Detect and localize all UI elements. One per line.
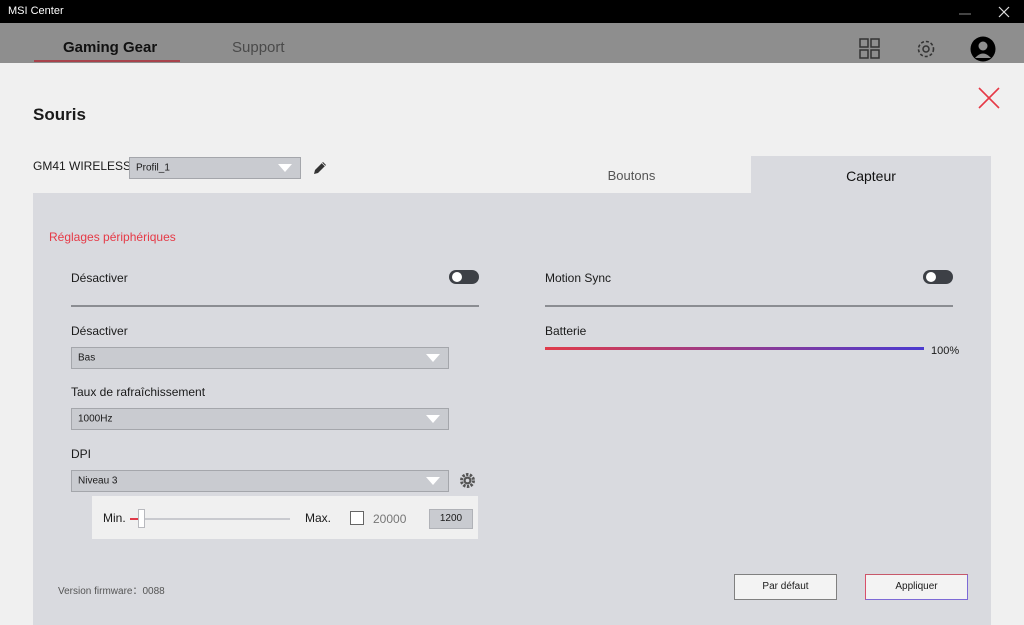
- max-dpi-checkbox[interactable]: [350, 511, 364, 525]
- dpi-select[interactable]: Niveau 3: [71, 470, 449, 492]
- window-title: MSI Center: [8, 5, 64, 17]
- toggle-disable-label: Désactiver: [71, 271, 128, 285]
- top-nav: Gaming Gear Support: [0, 23, 1024, 63]
- max-dpi-checkbox-label: 20000: [373, 512, 407, 526]
- close-icon[interactable]: [994, 2, 1014, 22]
- pencil-icon[interactable]: [312, 160, 328, 176]
- toggle-disable[interactable]: [449, 270, 479, 284]
- lod-select[interactable]: Bas: [71, 347, 449, 369]
- tab-support[interactable]: Support: [232, 39, 285, 56]
- profile-select[interactable]: Profil_1: [129, 157, 301, 179]
- chevron-down-icon: [426, 477, 440, 485]
- close-dialog-icon[interactable]: [976, 85, 1002, 111]
- lod-label: Désactiver: [71, 324, 128, 338]
- default-button[interactable]: Par défaut: [734, 574, 837, 600]
- slider-max-label: Max.: [305, 511, 332, 525]
- chevron-down-icon: [278, 164, 292, 172]
- divider: [71, 305, 479, 307]
- battery-label: Batterie: [545, 324, 587, 338]
- lod-select-value: Bas: [78, 352, 96, 364]
- minimize-icon[interactable]: [955, 2, 975, 22]
- chevron-down-icon: [426, 415, 440, 423]
- device-name: GM41 WIRELESS: [33, 159, 132, 173]
- title-bar: MSI Center: [0, 0, 1024, 23]
- dpi-slider-track[interactable]: [130, 518, 290, 520]
- divider: [545, 305, 953, 307]
- polling-rate-label: Taux de rafraîchissement: [71, 385, 206, 399]
- apply-button[interactable]: Appliquer: [865, 574, 968, 600]
- polling-rate-value: 1000Hz: [78, 413, 113, 425]
- dialog-title: Souris: [33, 105, 86, 124]
- polling-rate-select[interactable]: 1000Hz: [71, 408, 449, 430]
- slider-min-label: Min.: [103, 511, 126, 525]
- profile-select-value: Profil_1: [136, 162, 170, 174]
- toggle-knob: [452, 272, 462, 282]
- chevron-down-icon: [426, 354, 440, 362]
- dpi-settings-gear-icon[interactable]: [459, 472, 476, 489]
- firmware-version: Version firmware：0088: [58, 586, 165, 597]
- tab-gaming-gear[interactable]: Gaming Gear: [63, 39, 157, 56]
- tab-capteur[interactable]: Capteur: [751, 156, 991, 193]
- toggle-knob: [926, 272, 936, 282]
- grid-icon[interactable]: [858, 37, 882, 61]
- avatar-icon[interactable]: [970, 36, 996, 62]
- tab-boutons[interactable]: Boutons: [512, 156, 751, 193]
- dpi-select-value: Niveau 3: [78, 475, 118, 487]
- gear-icon[interactable]: [914, 37, 938, 61]
- battery-value: 100%: [931, 345, 960, 357]
- tab-underline: [34, 60, 180, 62]
- dpi-slider-thumb[interactable]: [138, 509, 145, 528]
- battery-bar: [545, 347, 924, 350]
- dpi-label: DPI: [71, 447, 92, 461]
- dpi-value-input[interactable]: 1200: [429, 509, 473, 529]
- section-title: Réglages périphériques: [49, 230, 176, 244]
- motion-sync-label: Motion Sync: [545, 271, 612, 285]
- toggle-motion-sync[interactable]: [923, 270, 953, 284]
